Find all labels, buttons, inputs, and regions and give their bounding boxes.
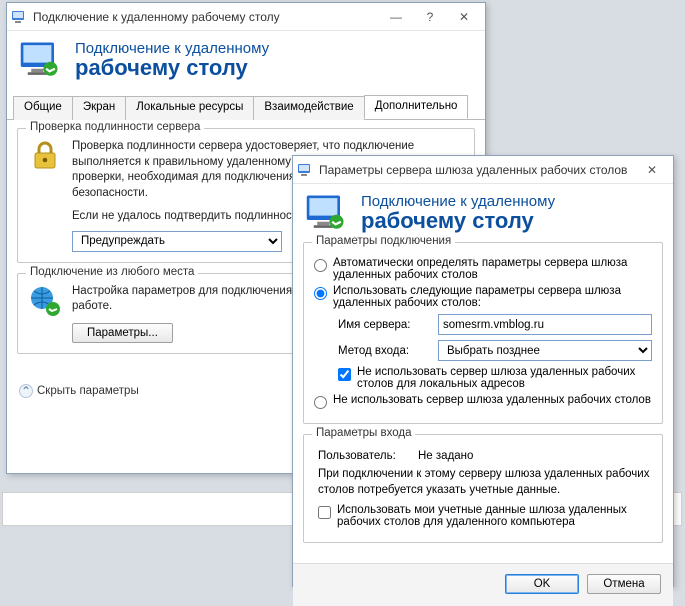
dialog-footer: OK Отмена xyxy=(293,563,673,606)
tab-advanced[interactable]: Дополнительно xyxy=(364,95,469,119)
tab-general[interactable]: Общие xyxy=(13,96,73,120)
server-name-label: Имя сервера: xyxy=(338,319,438,331)
close-button[interactable]: ✕ xyxy=(635,159,669,181)
check-share-creds[interactable]: Использовать мои учетные данные шлюза уд… xyxy=(318,504,652,528)
app-icon xyxy=(11,9,27,25)
help-button[interactable]: ? xyxy=(413,6,447,28)
radio-use-settings[interactable]: Использовать следующие параметры сервера… xyxy=(314,285,652,309)
logon-method-row: Метод входа: Выбрать позднее xyxy=(338,340,652,361)
check-bypass-local-label: Не использовать сервер шлюза удаленных р… xyxy=(357,366,652,390)
titlebar[interactable]: Параметры сервера шлюза удаленных рабочи… xyxy=(293,156,673,184)
user-row: Пользователь: Не задано xyxy=(318,450,652,462)
banner-line1: Подключение к удаленному xyxy=(361,193,555,210)
radio-use-settings-input[interactable] xyxy=(314,287,327,300)
radio-auto-detect[interactable]: Автоматически определять параметры серве… xyxy=(314,257,652,281)
check-share-creds-input[interactable] xyxy=(318,506,331,519)
logon-method-label: Метод входа: xyxy=(338,345,438,357)
app-icon xyxy=(297,162,313,178)
radio-no-gateway-label: Не использовать сервер шлюза удаленных р… xyxy=(333,394,651,406)
chevron-up-icon: ⌃ xyxy=(19,384,33,398)
radio-no-gateway[interactable]: Не использовать сервер шлюза удаленных р… xyxy=(314,394,652,409)
radio-no-gateway-input[interactable] xyxy=(314,396,327,409)
group-server-auth-legend: Проверка подлинности сервера xyxy=(26,121,204,133)
tab-experience[interactable]: Взаимодействие xyxy=(253,96,364,120)
group-connection-params: Параметры подключения Автоматически опре… xyxy=(303,242,663,424)
radio-auto-detect-input[interactable] xyxy=(314,259,327,272)
rdp-monitor-icon xyxy=(305,192,347,234)
banner-line2: рабочему столу xyxy=(361,208,555,234)
rdp-monitor-icon xyxy=(19,39,61,81)
banner-line2: рабочему столу xyxy=(75,55,269,81)
tab-local-resources[interactable]: Локальные ресурсы xyxy=(125,96,254,120)
hide-options-label: Скрыть параметры xyxy=(37,385,139,397)
window-title: Подключение к удаленному рабочему столу xyxy=(33,10,379,24)
auth-fail-action-select[interactable]: Предупреждать xyxy=(72,231,282,252)
banner-line1: Подключение к удаленному xyxy=(75,40,269,57)
check-share-creds-label: Использовать мои учетные данные шлюза уд… xyxy=(337,504,652,528)
banner: Подключение к удаленному рабочему столу xyxy=(293,184,673,242)
radio-use-settings-label: Использовать следующие параметры сервера… xyxy=(333,285,652,309)
ok-button[interactable]: OK xyxy=(505,574,579,594)
window-title: Параметры сервера шлюза удаленных рабочи… xyxy=(319,163,635,177)
logon-info-text: При подключении к этому серверу шлюза уд… xyxy=(318,467,652,498)
group-logon-params-legend: Параметры входа xyxy=(312,427,415,439)
gateway-settings-button[interactable]: Параметры... xyxy=(72,323,173,343)
globe-gateway-icon xyxy=(28,284,62,318)
tabstrip: Общие Экран Локальные ресурсы Взаимодейс… xyxy=(7,95,485,120)
user-value: Не задано xyxy=(418,450,473,462)
user-label: Пользователь: xyxy=(318,450,418,462)
minimize-button[interactable]: — xyxy=(379,6,413,28)
titlebar[interactable]: Подключение к удаленному рабочему столу … xyxy=(7,3,485,31)
close-button[interactable]: ✕ xyxy=(447,6,481,28)
cancel-button[interactable]: Отмена xyxy=(587,574,661,594)
lock-icon xyxy=(28,139,62,173)
check-bypass-local[interactable]: Не использовать сервер шлюза удаленных р… xyxy=(338,366,652,390)
logon-method-select[interactable]: Выбрать позднее xyxy=(438,340,652,361)
group-logon-params: Параметры входа Пользователь: Не задано … xyxy=(303,434,663,543)
check-bypass-local-input[interactable] xyxy=(338,368,351,381)
group-connection-params-legend: Параметры подключения xyxy=(312,235,455,247)
rdp-gateway-dialog: Параметры сервера шлюза удаленных рабочи… xyxy=(292,155,674,587)
server-name-input[interactable] xyxy=(438,314,652,335)
radio-auto-detect-label: Автоматически определять параметры серве… xyxy=(333,257,652,281)
server-name-row: Имя сервера: xyxy=(338,314,652,335)
tab-display[interactable]: Экран xyxy=(72,96,126,120)
banner: Подключение к удаленному рабочему столу xyxy=(7,31,485,95)
group-connect-anywhere-legend: Подключение из любого места xyxy=(26,266,198,278)
